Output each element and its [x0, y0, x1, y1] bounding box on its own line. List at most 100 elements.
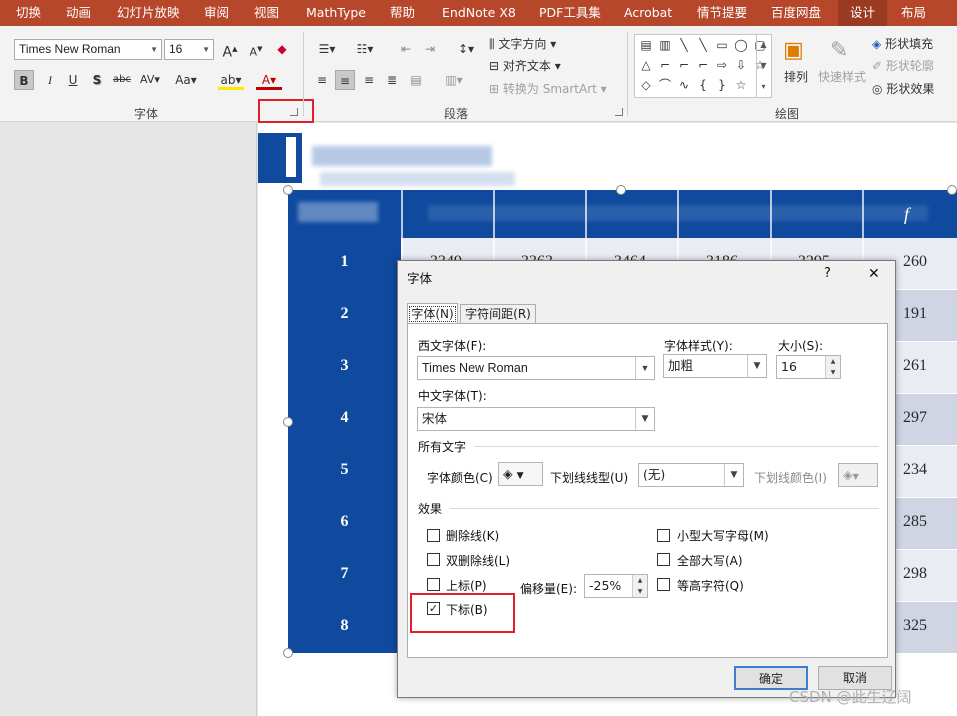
quick-styles-button[interactable]: 快速样式 [818, 68, 866, 85]
size-label: 大小(S): [778, 339, 824, 353]
size-spinner[interactable]: 16 ▲ ▼ [776, 355, 841, 379]
tab-help[interactable]: 帮助 [390, 0, 415, 26]
arrange-button[interactable]: 排列 [784, 68, 808, 85]
align-right-button[interactable]: ≡ [359, 70, 379, 90]
columns-button[interactable]: ▥▾ [440, 70, 468, 90]
bullets-button[interactable]: ☰▾ [312, 39, 342, 59]
oval-shape-icon: ◯ [734, 38, 748, 52]
align-center-button[interactable]: ≡ [335, 70, 355, 90]
spin-up-icon[interactable]: ▲ [825, 356, 840, 367]
tab-design[interactable]: 设计 [838, 0, 888, 26]
partial-value: 3186 [706, 253, 738, 260]
offset-spinner[interactable]: -25% ▲ ▼ [584, 574, 648, 598]
all-caps-checkbox[interactable] [657, 553, 670, 566]
vertical-textbox-shape-icon: ▥ [659, 38, 671, 52]
small-caps-checkbox[interactable] [657, 529, 670, 542]
underline-color-label: 下划线颜色(I) [754, 471, 827, 485]
bold-button[interactable]: B [14, 70, 34, 90]
rectangle-shape-icon: ▭ [716, 38, 728, 52]
tab-layout[interactable]: 布局 [901, 0, 926, 26]
italic-button[interactable]: I [40, 70, 60, 90]
underline-button[interactable]: U [63, 70, 83, 90]
resize-handle[interactable] [283, 185, 293, 195]
equalize-height-checkbox[interactable] [657, 578, 670, 591]
size-value: 16 [781, 359, 797, 374]
decrease-indent-button[interactable]: ⇤ [396, 39, 416, 59]
resize-handle[interactable] [616, 185, 626, 195]
clear-format-button[interactable]: ◆ [272, 39, 292, 59]
justify-icon: ≣ [386, 73, 398, 87]
row-number: 5 [340, 461, 349, 478]
underline-style-select[interactable]: (无) ▼ [638, 463, 744, 487]
tab-mathtype[interactable]: MathType [306, 0, 366, 26]
tab-baidu-netdisk[interactable]: 百度网盘 [771, 0, 821, 26]
justify-button[interactable]: ≣ [382, 70, 402, 90]
shapes-gallery[interactable]: ▤ ▥ ╲ ╲ ▭ ◯ ▢ △ ⌐ ⌐ ⌐ ⇨ ⇩ ☆ ◇ ⌒ ∿ { } ☆ [634, 34, 772, 98]
font-name-box[interactable]: Times New Roman ▼ [14, 39, 162, 60]
row-number: 4 [340, 409, 349, 426]
font-size-box[interactable]: 16 ▼ [164, 39, 214, 60]
double-strikethrough-checkbox[interactable] [427, 553, 440, 566]
align-text-button[interactable]: ⊟ 对齐文本 ▾ [489, 57, 561, 74]
spin-down-icon[interactable]: ▼ [632, 586, 647, 597]
help-button[interactable]: ? [824, 266, 831, 281]
spin-down-icon[interactable]: ▼ [825, 367, 840, 378]
connector-shape-icon: ⌐ [678, 58, 690, 72]
offset-value: -25% [589, 578, 622, 593]
tab-slideshow[interactable]: 幻灯片放映 [117, 0, 180, 26]
char-spacing-icon: AV [140, 73, 155, 86]
highlight-box-launcher [258, 99, 314, 123]
font-color-button[interactable]: A▾ [256, 70, 282, 90]
tab-character-spacing[interactable]: 字符间距(R) [460, 304, 536, 324]
strikethrough-label: 删除线(K) [446, 529, 500, 543]
row-value: 325 [903, 617, 927, 634]
strikethrough-checkbox[interactable] [427, 529, 440, 542]
group-separator [303, 32, 304, 116]
underline-color-picker[interactable]: ◈▼ [838, 463, 878, 487]
paint-bucket-icon: ◈ [843, 467, 853, 482]
tab-storyboard[interactable]: 情节提要 [697, 0, 747, 26]
chinese-font-select[interactable]: 宋体 ▼ [417, 407, 655, 431]
gallery-scroll[interactable]: ▲ ▼ ▾ [756, 34, 770, 98]
text-shadow-button[interactable]: S [87, 70, 107, 90]
char-spacing-button[interactable]: AV▾ [137, 70, 163, 90]
grow-font-button[interactable]: A▲ [220, 39, 240, 61]
tab-font[interactable]: 字体(N) [407, 303, 458, 324]
distribute-icon: ▤ [410, 73, 422, 87]
increase-indent-button[interactable]: ⇥ [420, 39, 440, 59]
tab-font-label: 字体(N) [409, 306, 456, 322]
font-style-select[interactable]: 加粗 ▼ [663, 354, 767, 378]
paragraph-dialog-launcher[interactable] [615, 108, 623, 116]
shape-effects-button[interactable]: ◎ 形状效果 [872, 80, 934, 97]
shape-outline-button[interactable]: ✐ 形状轮廓 [872, 57, 934, 74]
resize-handle[interactable] [283, 648, 293, 658]
change-case-button[interactable]: Aa▾ [173, 70, 199, 90]
slide-thumbnail-pane[interactable] [0, 123, 257, 716]
all-text-heading: 所有文字 [418, 440, 467, 454]
tab-view[interactable]: 视图 [254, 0, 279, 26]
tab-pdf-tools[interactable]: PDF工具集 [539, 0, 601, 26]
tab-transitions[interactable]: 切换 [16, 0, 41, 26]
spin-up-icon[interactable]: ▲ [632, 575, 647, 586]
superscript-checkbox[interactable] [427, 578, 440, 591]
shape-fill-button[interactable]: ◈ 形状填充 [872, 35, 933, 52]
line-spacing-button[interactable]: ↕▾ [452, 39, 480, 59]
numbering-button[interactable]: ☷▾ [350, 39, 380, 59]
strikethrough-button[interactable]: abc [110, 70, 134, 90]
close-icon[interactable]: ✕ [868, 266, 880, 282]
distribute-button[interactable]: ▤ [406, 70, 426, 90]
tab-endnote[interactable]: EndNote X8 [442, 0, 516, 26]
row-number: 8 [340, 617, 349, 634]
shrink-font-button[interactable]: A▼ [246, 39, 266, 59]
font-color-picker[interactable]: ◈ ▼ [498, 462, 543, 486]
tab-spacing-label: 字符间距(R) [465, 307, 531, 321]
resize-handle[interactable] [947, 185, 957, 195]
text-direction-button[interactable]: ⫼ 文字方向 ▾ [489, 35, 556, 52]
align-left-button[interactable]: ≡ [312, 70, 332, 90]
convert-smartart-button[interactable]: ⊞ 转换为 SmartArt ▾ [489, 80, 607, 97]
western-font-select[interactable]: Times New Roman ▼ [417, 356, 655, 380]
tab-animations[interactable]: 动画 [66, 0, 91, 26]
tab-review[interactable]: 审阅 [204, 0, 229, 26]
tab-acrobat[interactable]: Acrobat [624, 0, 672, 26]
highlight-button[interactable]: ab▾ [218, 70, 244, 90]
